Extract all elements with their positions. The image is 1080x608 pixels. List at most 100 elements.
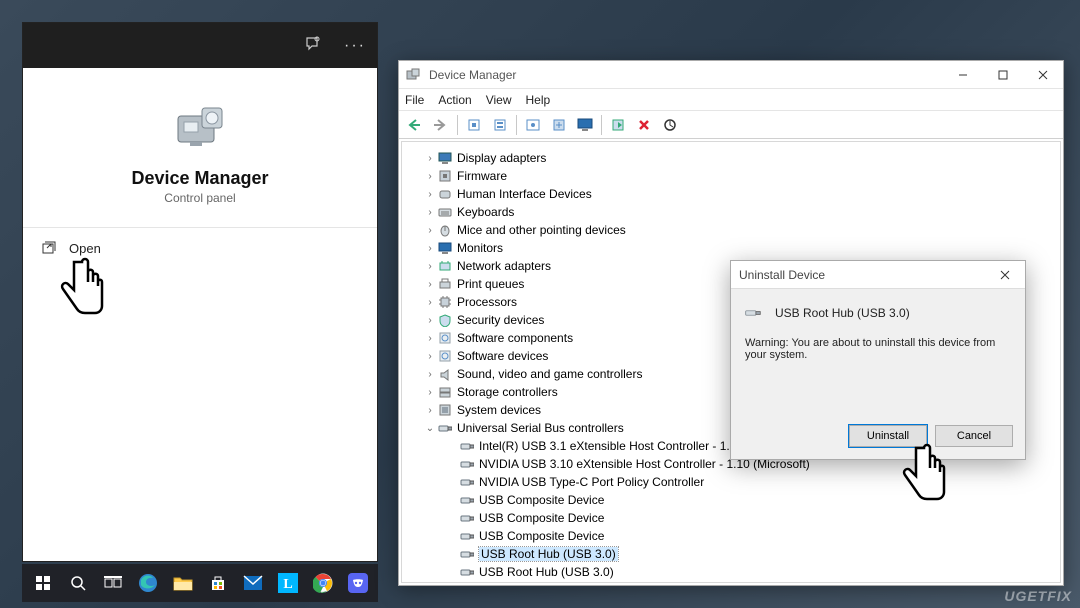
tree-node[interactable]: ›Display adapters — [411, 149, 1051, 167]
hid-icon — [437, 186, 453, 202]
forward-icon[interactable] — [429, 114, 453, 136]
tree-node-label: Software devices — [457, 349, 548, 363]
expand-toggle[interactable]: › — [423, 243, 437, 254]
cpu-icon — [437, 294, 453, 310]
tree-node-label: Storage controllers — [457, 385, 558, 399]
minimize-button[interactable] — [943, 61, 983, 89]
file-explorer[interactable] — [166, 566, 199, 600]
help-icon[interactable] — [488, 114, 512, 136]
tree-node-label: Mice and other pointing devices — [457, 223, 626, 237]
result-subtitle: Control panel — [164, 191, 235, 205]
result-hero: Device Manager Control panel Open — [23, 68, 377, 561]
open-action[interactable]: Open — [23, 228, 377, 268]
tree-node-label: USB Composite Device — [479, 493, 604, 507]
scan-icon[interactable] — [547, 114, 571, 136]
tree-node-label: USB Composite Device — [479, 511, 604, 525]
mail-app[interactable] — [236, 566, 269, 600]
expand-toggle[interactable]: › — [423, 405, 437, 416]
dialog-close-button[interactable] — [993, 263, 1017, 287]
microsoft-store[interactable] — [201, 566, 234, 600]
enable-icon[interactable] — [606, 114, 630, 136]
tree-node[interactable]: NVIDIA USB Type-C Port Policy Controller — [411, 473, 1051, 491]
expand-toggle[interactable]: › — [423, 315, 437, 326]
expand-toggle[interactable]: › — [423, 261, 437, 272]
tree-node[interactable]: USB Composite Device — [411, 491, 1051, 509]
left-panel-header: ··· — [23, 23, 377, 68]
expand-toggle[interactable]: › — [423, 225, 437, 236]
cancel-button[interactable]: Cancel — [935, 425, 1013, 447]
tree-node[interactable]: › Mice and other pointing devices — [411, 221, 1051, 239]
more-icon[interactable]: ··· — [341, 37, 369, 55]
tree-node[interactable]: ›Keyboards — [411, 203, 1051, 221]
dialog-titlebar[interactable]: Uninstall Device — [731, 261, 1025, 289]
window-title: Device Manager — [429, 68, 516, 82]
titlebar[interactable]: Device Manager — [399, 61, 1063, 89]
search-result-panel: ··· Device Manager Control panel Open — [22, 22, 378, 562]
audio-icon — [437, 366, 453, 382]
close-button[interactable] — [1023, 61, 1063, 89]
back-icon[interactable] — [403, 114, 427, 136]
tree-node-label: NVIDIA USB Type-C Port Policy Controller — [479, 475, 704, 489]
maximize-button[interactable] — [983, 61, 1023, 89]
expand-toggle[interactable]: › — [423, 153, 437, 164]
dialog-warning: Warning: You are about to uninstall this… — [745, 337, 1011, 361]
tree-node[interactable]: ›USB Connector Managers — [411, 581, 1051, 582]
usb-icon — [459, 456, 475, 472]
update-icon[interactable] — [658, 114, 682, 136]
tree-node[interactable]: ›Human Interface Devices — [411, 185, 1051, 203]
sec-icon — [437, 312, 453, 328]
tree-node[interactable]: USB Root Hub (USB 3.0) — [411, 563, 1051, 581]
app-l[interactable]: L — [271, 566, 304, 600]
expand-toggle[interactable]: › — [423, 189, 437, 200]
start-button[interactable] — [26, 566, 59, 600]
tree-node-label: USB Root Hub (USB 3.0) — [479, 547, 618, 561]
tree-node[interactable]: USB Root Hub (USB 3.0) — [411, 545, 1051, 563]
usb-icon — [459, 492, 475, 508]
tree-node-label: System devices — [457, 403, 541, 417]
usb-icon — [459, 546, 475, 562]
expand-toggle[interactable]: › — [423, 279, 437, 290]
expand-toggle[interactable]: › — [423, 351, 437, 362]
up-icon[interactable] — [462, 114, 486, 136]
chrome-browser[interactable] — [306, 566, 339, 600]
usb-icon — [459, 510, 475, 526]
tree-node[interactable]: USB Composite Device — [411, 527, 1051, 545]
menu-file[interactable]: File — [405, 93, 424, 107]
search-button[interactable] — [61, 566, 94, 600]
monitor-icon[interactable] — [573, 114, 597, 136]
tree-node-label: Network adapters — [457, 259, 551, 273]
task-view-button[interactable] — [96, 566, 129, 600]
menu-action[interactable]: Action — [438, 93, 471, 107]
disable-icon[interactable] — [632, 114, 656, 136]
expand-toggle[interactable]: › — [423, 297, 437, 308]
result-title: Device Manager — [131, 168, 268, 189]
feedback-icon[interactable] — [299, 36, 327, 55]
tree-node-label: Security devices — [457, 313, 544, 327]
uninstall-button[interactable]: Uninstall — [849, 425, 927, 447]
display-icon — [437, 150, 453, 166]
expand-toggle[interactable]: › — [423, 207, 437, 218]
usb-icon — [459, 438, 475, 454]
properties-icon[interactable] — [521, 114, 545, 136]
expand-toggle[interactable]: › — [423, 171, 437, 182]
dialog-body: USB Root Hub (USB 3.0) Warning: You are … — [731, 289, 1025, 417]
usb-icon — [459, 528, 475, 544]
discord-app[interactable] — [341, 566, 374, 600]
uninstall-dialog: Uninstall Device USB Root Hub (USB 3.0) … — [730, 260, 1026, 460]
tree-node-label: Monitors — [457, 241, 503, 255]
expand-toggle[interactable]: › — [423, 369, 437, 380]
dialog-title: Uninstall Device — [739, 268, 825, 282]
expand-toggle[interactable]: ⌄ — [423, 423, 437, 434]
menu-view[interactable]: View — [486, 93, 512, 107]
tree-node[interactable]: › Monitors — [411, 239, 1051, 257]
tree-node-label: USB Root Hub (USB 3.0) — [479, 565, 614, 579]
expand-toggle[interactable]: › — [423, 333, 437, 344]
dialog-device-name: USB Root Hub (USB 3.0) — [775, 306, 910, 320]
open-label: Open — [69, 241, 101, 256]
menu-help[interactable]: Help — [526, 93, 551, 107]
tree-node[interactable]: USB Composite Device — [411, 509, 1051, 527]
expand-toggle[interactable]: › — [423, 387, 437, 398]
dialog-buttons: Uninstall Cancel — [731, 417, 1025, 459]
tree-node[interactable]: ›Firmware — [411, 167, 1051, 185]
edge-browser[interactable] — [131, 566, 164, 600]
